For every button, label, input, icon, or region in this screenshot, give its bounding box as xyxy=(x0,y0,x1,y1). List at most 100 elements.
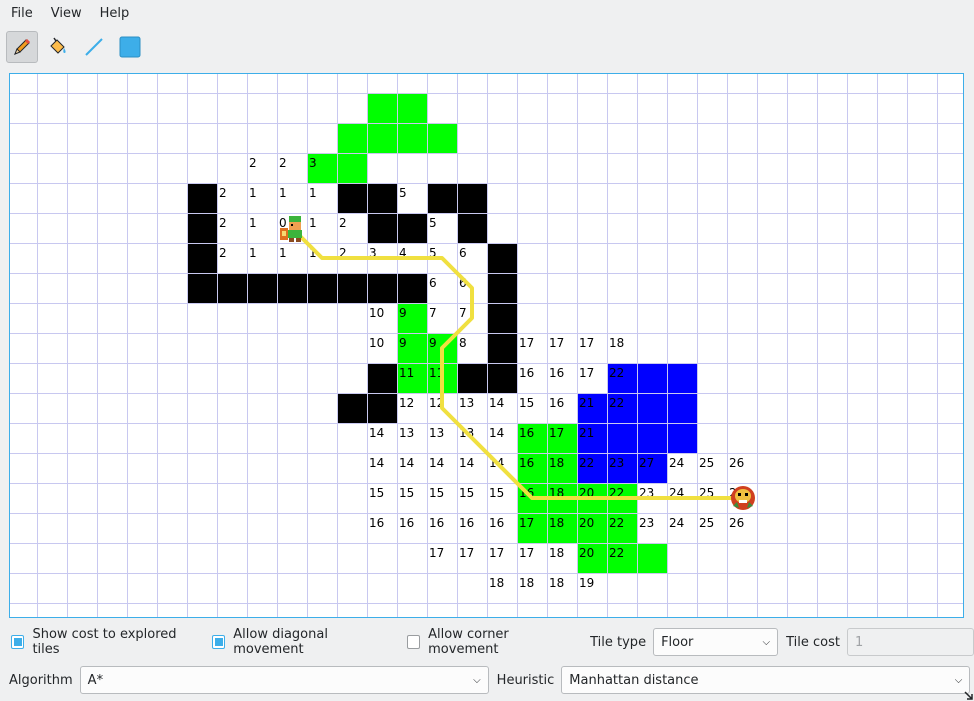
cost-label: 21 xyxy=(579,426,594,440)
menu-bar: File View Help xyxy=(0,0,974,27)
menu-view[interactable]: View xyxy=(44,0,89,27)
line-tool-button[interactable] xyxy=(78,31,110,63)
cost-label: 14 xyxy=(489,426,504,440)
cost-label: 22 xyxy=(609,366,624,380)
cost-label: 26 xyxy=(729,516,744,530)
cost-label: 14 xyxy=(459,456,474,470)
wall-tile xyxy=(367,363,397,393)
cost-label: 16 xyxy=(519,366,534,380)
cost-label: 25 xyxy=(699,456,714,470)
cost-label: 20 xyxy=(579,546,594,560)
wall-tile xyxy=(457,363,487,393)
cost-label: 13 xyxy=(429,426,444,440)
wall-tile xyxy=(247,273,277,303)
cost-label: 16 xyxy=(429,516,444,530)
resize-grip-icon[interactable] xyxy=(964,691,974,701)
algorithm-select[interactable]: A* ⌵ xyxy=(79,666,489,694)
cost-label: 25 xyxy=(699,516,714,530)
cost-label: 24 xyxy=(669,516,684,530)
water-tile xyxy=(607,423,637,453)
cost-label: 6 xyxy=(429,276,437,290)
corner-checkbox[interactable]: Allow corner movement xyxy=(406,627,576,657)
menu-help[interactable]: Help xyxy=(93,0,137,27)
tile-type-select[interactable]: Floor ⌵ xyxy=(653,628,779,656)
wall-tile xyxy=(487,333,517,363)
algorithm-label: Algorithm xyxy=(9,672,73,688)
show-cost-checkbox[interactable]: Show cost to explored tiles xyxy=(11,627,200,657)
diagonal-checkbox[interactable]: Allow diagonal movement xyxy=(211,627,395,657)
diagonal-checkbox-box[interactable] xyxy=(211,635,226,649)
corner-checkbox-box[interactable] xyxy=(406,635,421,649)
cost-label: 17 xyxy=(579,366,594,380)
pencil-icon xyxy=(14,38,31,55)
cost-label: 16 xyxy=(549,366,564,380)
cost-label: 1 xyxy=(249,186,257,200)
cost-label: 17 xyxy=(459,546,474,560)
cost-label: 7 xyxy=(429,306,437,320)
wall-tile xyxy=(487,273,517,303)
cost-label: 26 xyxy=(729,456,744,470)
cost-label: 15 xyxy=(369,486,384,500)
cost-label: 19 xyxy=(579,576,594,590)
cost-label: 1 xyxy=(249,216,257,230)
toolbar xyxy=(6,31,146,63)
menu-file[interactable]: File xyxy=(4,0,40,27)
cost-label: 7 xyxy=(459,306,467,320)
cost-label: 22 xyxy=(609,396,624,410)
show-cost-checkbox-box[interactable] xyxy=(11,635,25,649)
water-tile xyxy=(667,423,697,453)
pencil-tool-button[interactable] xyxy=(6,31,38,63)
cost-label: 22 xyxy=(579,456,594,470)
cost-label: 11 xyxy=(399,366,414,380)
cost-label: 1 xyxy=(309,216,317,230)
tile-type-label: Tile type xyxy=(590,634,647,650)
cost-label: 17 xyxy=(489,546,504,560)
cost-label: 27 xyxy=(639,456,654,470)
cost-label: 2 xyxy=(249,156,257,170)
wall-tile xyxy=(367,393,397,423)
forest-tile xyxy=(637,543,667,573)
diagonal-label: Allow diagonal movement xyxy=(233,627,328,657)
forest-tile xyxy=(367,93,397,123)
forest-tile xyxy=(367,123,397,153)
wall-tile xyxy=(277,273,307,303)
corner-label: Allow corner movement xyxy=(428,627,509,657)
cost-label: 2 xyxy=(339,216,347,230)
cost-label: 21 xyxy=(579,396,594,410)
cost-label: 16 xyxy=(549,396,564,410)
chevron-down-icon: ⌵ xyxy=(762,636,771,648)
wall-tile xyxy=(487,363,517,393)
cost-label: 16 xyxy=(459,516,474,530)
algorithm-row: Algorithm A* ⌵ Heuristic Manhattan dista… xyxy=(0,666,974,694)
water-tile xyxy=(637,423,667,453)
cost-label: 5 xyxy=(429,216,437,230)
fill-tool-button[interactable] xyxy=(42,31,74,63)
cost-label: 1 xyxy=(249,246,257,260)
forest-tile xyxy=(397,93,427,123)
cost-label: 8 xyxy=(459,336,467,350)
rectangle-tool-button[interactable] xyxy=(114,31,146,63)
cost-label: 3 xyxy=(369,216,377,230)
cost-label: 0 xyxy=(279,216,287,230)
algorithm-value: A* xyxy=(87,672,104,688)
cost-label: 13 xyxy=(399,426,414,440)
cost-label: 17 xyxy=(519,546,534,560)
cost-label: 2 xyxy=(219,186,227,200)
wall-tile xyxy=(217,273,247,303)
cost-label: 22 xyxy=(609,546,624,560)
wall-tile xyxy=(187,273,217,303)
wall-tile xyxy=(457,213,487,243)
cost-label: 2 xyxy=(279,156,287,170)
tile-cost-input[interactable]: 1 xyxy=(847,628,974,656)
cost-label: 23 xyxy=(639,516,654,530)
cost-label: 16 xyxy=(369,516,384,530)
wall-tile xyxy=(307,273,337,303)
tile-cost-label: Tile cost xyxy=(786,634,841,650)
tile-type-value: Floor xyxy=(661,634,694,650)
goal-target-icon[interactable] xyxy=(731,486,755,510)
wall-tile xyxy=(367,183,397,213)
heuristic-select[interactable]: Manhattan distance ⌵ xyxy=(561,666,971,694)
cost-label: 4 xyxy=(399,216,407,230)
cost-label: 18 xyxy=(549,456,564,470)
pathfinding-grid[interactable]: 2 2 32 1 1 1 52 1 0 1 2 3 4 52 1 1 1 2 3 4 5 66 610 9 7 710 9 9 8 17 1… xyxy=(10,74,963,617)
